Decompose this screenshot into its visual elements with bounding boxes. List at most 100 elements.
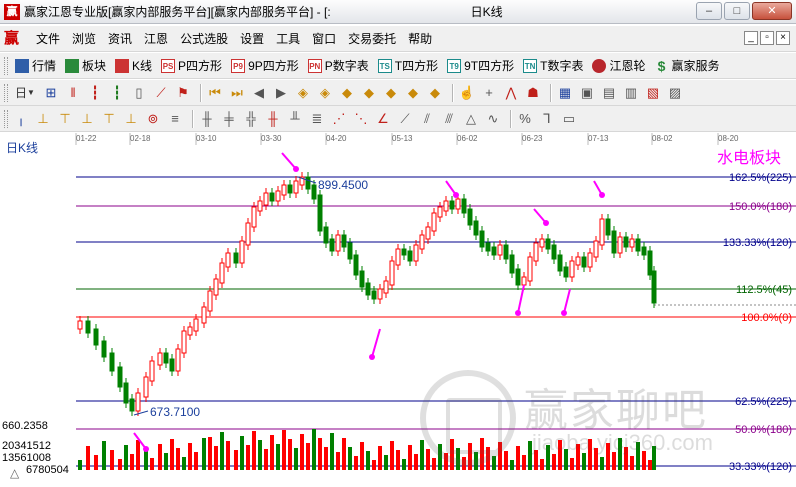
eraser-icon[interactable]: ▭ (560, 110, 578, 128)
first-page-icon[interactable]: ⏮ (206, 84, 224, 102)
menu-file[interactable]: 文件 (30, 30, 66, 47)
menu-tools[interactable]: 工具 (270, 30, 306, 47)
volume-bar (220, 432, 224, 470)
previous-stock-icon[interactable]: ◆ (426, 84, 444, 102)
zoom-out-icon[interactable]: ◈ (316, 84, 334, 102)
calendar-icon[interactable]: ▣ (578, 84, 596, 102)
triangle-icon[interactable]: △ (462, 110, 480, 128)
target-icon[interactable]: ⊚ (144, 110, 162, 128)
cycle-icon[interactable]: ⊥ (34, 110, 52, 128)
flag-icon[interactable]: ⚑ (174, 84, 192, 102)
scroll-left-icon[interactable]: ◀ (250, 84, 268, 102)
shape-icon[interactable]: ☗ (524, 84, 542, 102)
resize-grip-icon[interactable]: △ (10, 466, 26, 482)
period-selector[interactable]: 日 ▼ (12, 84, 38, 102)
mdi-minimize-button[interactable]: _ (744, 31, 758, 45)
menu-window[interactable]: 窗口 (306, 30, 342, 47)
chart-type-icon[interactable]: ⊞ (42, 84, 60, 102)
red-ladder-icon[interactable]: ╫ (264, 110, 282, 128)
square-time-icon[interactable]: ⊥ (122, 110, 140, 128)
calculator-icon[interactable]: ▤ (600, 84, 618, 102)
layout-icon[interactable]: ▥ (622, 84, 640, 102)
text-icon[interactable]: Ꞁ (538, 110, 556, 128)
menu-formula-screener[interactable]: 公式选股 (174, 30, 234, 47)
magenta-arrowhead (543, 220, 549, 226)
horizontal-split-icon[interactable]: ╪ (220, 110, 238, 128)
candle-body (617, 236, 623, 254)
price-levels-icon[interactable]: ≣ (308, 110, 326, 128)
candle-down-icon[interactable]: ┇ (108, 84, 126, 102)
magenta-arrow (281, 152, 297, 170)
parallel-icon[interactable]: ⫽ (418, 110, 436, 128)
crosshair-icon[interactable]: + (480, 84, 498, 102)
menu-trading[interactable]: 交易委托 (342, 30, 402, 47)
vertical-split-icon[interactable]: ╫ (198, 110, 216, 128)
minimize-button[interactable]: – (696, 2, 722, 20)
winner-service-button[interactable]: $ 赢家服务 (651, 57, 722, 74)
t-square-button[interactable]: TS T四方形 (375, 57, 441, 74)
menu-info[interactable]: 资讯 (102, 30, 138, 47)
t9-square-button[interactable]: T9 9T四方形 (444, 57, 517, 74)
kline-button[interactable]: K线 (112, 57, 155, 74)
magenta-arrowhead (515, 310, 521, 316)
menu-gann[interactable]: 江恩 (138, 30, 174, 47)
magenta-arrowhead (143, 446, 149, 452)
toolbar-grip[interactable] (4, 56, 8, 75)
p-square-button[interactable]: PS P四方形 (158, 57, 225, 74)
gann-time-icon[interactable]: ⊤ (100, 110, 118, 128)
indicator-icon[interactable]: ǁ (64, 84, 82, 102)
draw-line-icon[interactable]: ⟋ (152, 84, 170, 102)
quotes-button[interactable]: 行情 (12, 57, 59, 74)
gann-fan-icon[interactable]: ⋱ (352, 110, 370, 128)
close-button[interactable]: ✕ (752, 2, 792, 20)
export-icon[interactable]: ▨ (666, 84, 684, 102)
right-icon[interactable]: ◆ (404, 84, 422, 102)
vertical-line-icon[interactable]: ╷ (12, 110, 30, 128)
menu-settings[interactable]: 设置 (234, 30, 270, 47)
p9-square-button[interactable]: P9 9P四方形 (228, 57, 302, 74)
hand-icon[interactable]: ☝ (458, 84, 476, 102)
fan-icon[interactable]: ⋰ (330, 110, 348, 128)
fib-time-icon[interactable]: ⊥ (78, 110, 96, 128)
gann-wheel-button[interactable]: 江恩轮 (589, 57, 648, 74)
kline-chart[interactable]: 162.5%(225) 150.0%(180) 133.33%(120) 112.5%… (0, 133, 796, 487)
sectors-button[interactable]: 板块 (62, 57, 109, 74)
percent-icon[interactable]: % (516, 110, 534, 128)
scroll-right-icon[interactable]: ▶ (272, 84, 290, 102)
time-cycle-icon[interactable]: ⊤ (56, 110, 74, 128)
grid-view-icon[interactable]: ▦ (556, 84, 574, 102)
ray-icon[interactable]: ⟋ (396, 110, 414, 128)
volume-bar (240, 436, 244, 470)
level-label: 50.0%(180) (735, 424, 792, 436)
down-icon[interactable]: ◆ (360, 84, 378, 102)
volume-bar (246, 445, 250, 470)
last-page-icon[interactable]: ⏭ (228, 84, 246, 102)
maximize-button[interactable]: □ (724, 2, 750, 20)
grid-lines-icon[interactable]: ≡ (166, 110, 184, 128)
angle-icon[interactable]: ∠ (374, 110, 392, 128)
volume-bar (444, 453, 448, 470)
toolbar-grip[interactable] (4, 109, 8, 128)
mdi-close-button[interactable]: × (776, 31, 790, 45)
volume-bar (270, 435, 274, 470)
sector-label: 水电板块 (702, 148, 796, 170)
volume-bar (234, 450, 238, 470)
up-icon[interactable]: ◆ (338, 84, 356, 102)
left-icon[interactable]: ◆ (382, 84, 400, 102)
wave-icon[interactable]: ∿ (484, 110, 502, 128)
toolbar-grip[interactable] (4, 83, 8, 102)
channel-icon[interactable]: ⫻ (440, 110, 458, 128)
t-number-table-button[interactable]: TN T数字表 (520, 57, 586, 74)
menu-browse[interactable]: 浏览 (66, 30, 102, 47)
zoom-in-icon[interactable]: ◈ (294, 84, 312, 102)
bar-icon[interactable]: ▯ (130, 84, 148, 102)
p-number-table-button[interactable]: PN P数字表 (305, 57, 372, 74)
mdi-restore-button[interactable]: ▫ (760, 31, 774, 45)
candle-up-icon[interactable]: ┇ (86, 84, 104, 102)
ladder-icon[interactable]: ╬ (242, 110, 260, 128)
tower-icon[interactable]: ╨ (286, 110, 304, 128)
volume-bar (130, 454, 134, 470)
print-icon[interactable]: ▧ (644, 84, 662, 102)
menu-help[interactable]: 帮助 (402, 30, 438, 47)
trend-icon[interactable]: ⋀ (502, 84, 520, 102)
